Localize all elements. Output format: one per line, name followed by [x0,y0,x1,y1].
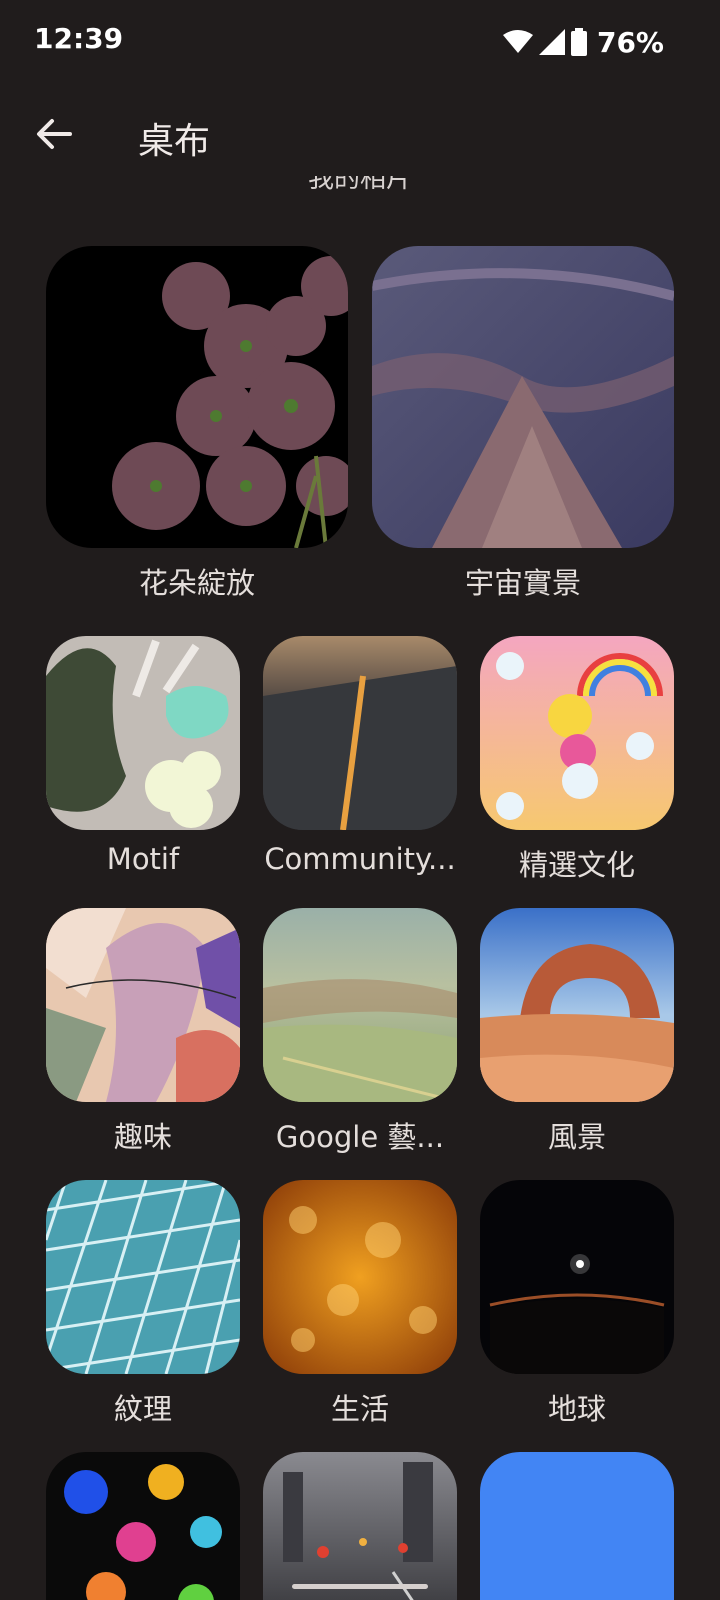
collection-label: Community... [264,842,456,876]
thumbnail-cartoon [480,636,674,830]
collection-label: 花朵綻放 [138,566,255,600]
wallpaper-collections[interactable]: 我的相片 花朵綻放 宇宙實景 Motif Community... 精選文化 趣… [0,176,720,1600]
app-bar: 桌布 [0,96,720,176]
thumbnail-abstract [46,908,240,1102]
collection-tile-solid-blue[interactable] [480,1452,674,1600]
collection-tile-splash[interactable] [46,1452,240,1600]
collection-label: 精選文化 [518,848,635,882]
thumbnail-orange-bokeh [263,1180,457,1374]
collection-label: 風景 [547,1120,606,1154]
back-button[interactable] [22,96,86,176]
thumbnail-desert-arch [480,908,674,1102]
thumbnail-motif [46,636,240,830]
battery-icon [570,28,587,56]
section-header-my-photos: 我的相片 [0,176,720,206]
collection-tile-google-art[interactable]: Google 藝... [263,908,457,1158]
thumbnail-rainy-street [263,1452,457,1600]
collection-tile-street[interactable] [263,1452,457,1600]
collection-tile-community[interactable]: Community... [263,636,457,886]
thumbnail-flowers [46,246,348,548]
collection-tile-motif[interactable]: Motif [46,636,240,886]
section-header-label: 我的相片 [307,176,412,194]
arrow-back-icon [36,118,72,154]
thumbnail-earth-horizon [480,1180,674,1374]
status-time: 12:39 [34,22,124,55]
collection-tile-flowers[interactable]: 花朵綻放 [46,246,348,606]
collection-label: 趣味 [113,1120,172,1154]
collection-tile-life[interactable]: 生活 [263,1180,457,1430]
thumbnail-solid-blue [480,1452,674,1600]
thumbnail-paint-splash [46,1452,240,1600]
collection-tile-landscape[interactable]: 風景 [480,908,674,1158]
collection-tile-earth[interactable]: 地球 [480,1180,674,1430]
thumbnail-painted-landscape [263,908,457,1102]
cell-signal-icon [538,29,565,55]
collection-label: 地球 [547,1392,606,1426]
collection-label: 宇宙實景 [464,566,581,600]
collection-tile-culture[interactable]: 精選文化 [480,636,674,886]
battery-percentage: 76% [596,25,664,59]
collection-label: Google 藝... [275,1120,445,1154]
collection-tile-cosmos[interactable]: 宇宙實景 [372,246,674,606]
page-title: 桌布 [138,121,211,162]
status-bar: 12:39 76% [0,0,720,84]
thumbnail-glass-facade [46,1180,240,1374]
collection-label: 紋理 [113,1392,172,1426]
home-indicator[interactable] [292,1584,428,1589]
collection-label: Motif [106,842,180,876]
wifi-icon [502,30,533,54]
thumbnail-firefall [263,636,457,830]
collection-label: 生活 [330,1392,389,1426]
collection-tile-fun[interactable]: 趣味 [46,908,240,1158]
thumbnail-canyon [372,246,674,548]
collection-tile-texture[interactable]: 紋理 [46,1180,240,1430]
status-icons: 76% [502,22,664,62]
